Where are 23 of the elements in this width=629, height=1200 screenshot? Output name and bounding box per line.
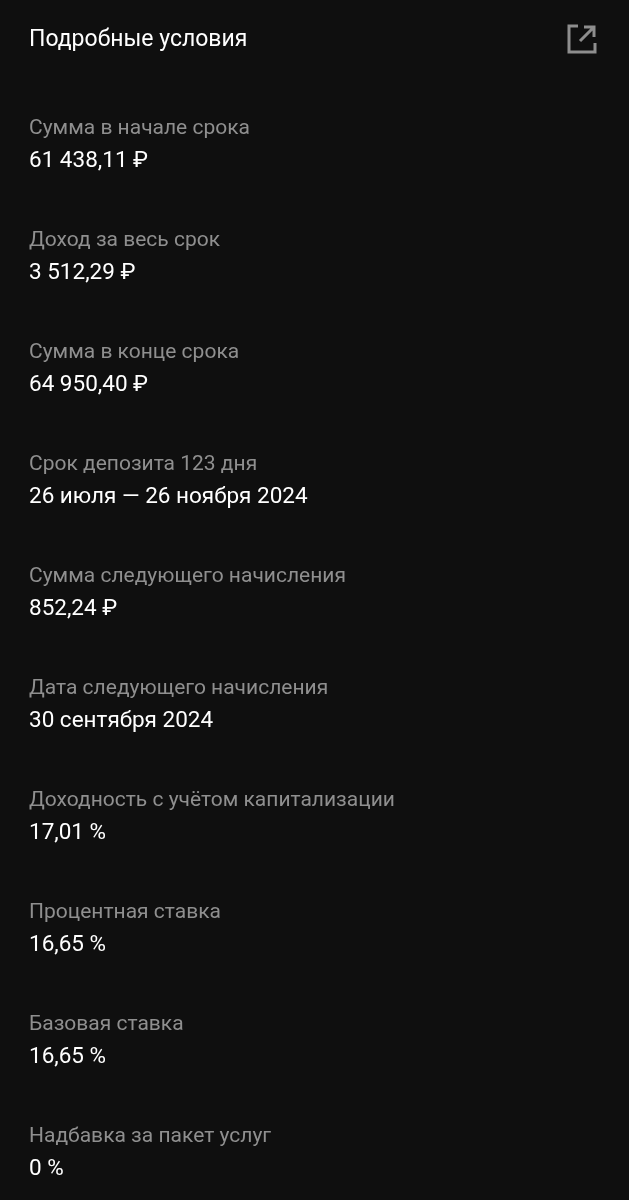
external-link-icon <box>566 23 598 55</box>
field-value: 26 июля — 26 ноября 2024 <box>29 481 309 510</box>
field-label: Дата следующего начисления <box>29 674 330 701</box>
field-value: 3 512,29 ₽ <box>29 257 137 286</box>
field-label: Сумма в начале срока <box>29 114 251 141</box>
field-label: Надбавка за пакет услуг <box>29 1122 273 1149</box>
field-label: Доход за весь срок <box>29 226 222 253</box>
field-label: Базовая ставка <box>29 1010 185 1037</box>
field-label: Сумма в конце срока <box>29 338 241 365</box>
field-value: 0 % <box>29 1153 65 1182</box>
field-value: 16,65 % <box>29 1041 108 1070</box>
field-value: 852,24 ₽ <box>29 593 119 622</box>
open-external-button[interactable] <box>565 22 599 56</box>
field-value: 30 сентября 2024 <box>29 705 215 734</box>
field-value: 16,65 % <box>29 929 108 958</box>
field-label: Процентная ставка <box>29 898 222 925</box>
field-value: 61 438,11 ₽ <box>29 145 150 174</box>
field-value: 17,01 % <box>29 817 108 846</box>
screen-title: Подробные условия <box>29 24 248 54</box>
field-value: 64 950,40 ₽ <box>29 369 150 398</box>
field-label: Доходность с учётом капитализации <box>29 786 396 813</box>
field-label: Срок депозита 123 дня <box>29 450 259 477</box>
field-label: Сумма следующего начисления <box>29 562 347 589</box>
